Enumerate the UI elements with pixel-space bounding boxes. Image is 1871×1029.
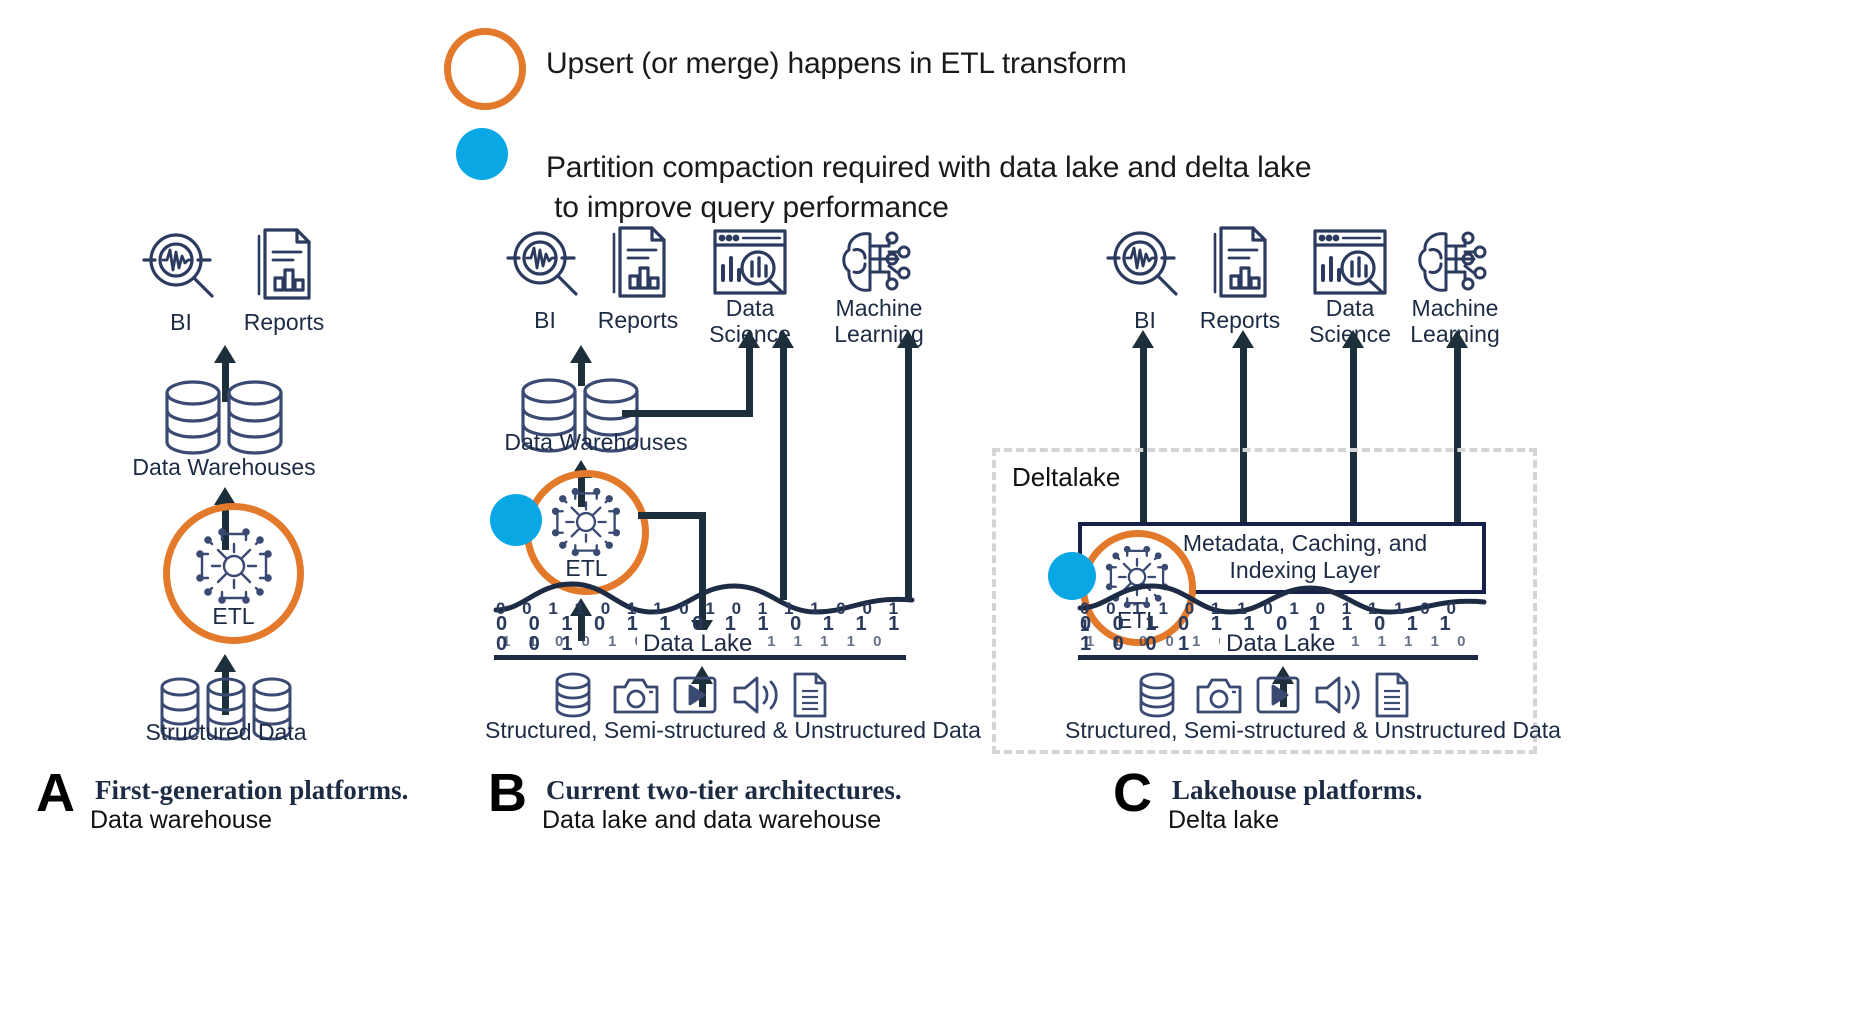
bi-magnifier-waveform-icon	[506, 228, 584, 300]
panel-b-caption-sub: Data lake and data warehouse	[542, 806, 882, 834]
panel-c-lake-baseline	[1078, 655, 1478, 660]
panel-a-caption-title: First-generation platforms.	[95, 775, 409, 805]
arrow-shaft-lake-to-data-science	[780, 345, 787, 600]
panel-b-caption-letter: B	[488, 763, 527, 823]
panel-b-lake-label: Data Lake	[637, 630, 759, 658]
video-play-icon	[673, 674, 717, 716]
document-icon	[792, 672, 828, 718]
etl-chip-circuit-icon	[551, 487, 621, 557]
reports-document-chart-icon	[253, 228, 315, 302]
machine-learning-brain-circuit-icon	[840, 228, 916, 298]
panel-a-warehouse-label: Data Warehouses	[132, 454, 316, 480]
etl-chip-circuit-icon	[196, 528, 272, 604]
reports-document-chart-icon	[608, 226, 670, 300]
database-cylinder-icon	[554, 672, 592, 718]
panel-b-caption-title: Current two-tier architectures.	[546, 775, 902, 805]
panel-c-caption-letter: C	[1113, 763, 1152, 823]
panel-c-lake-label: Data Lake	[1220, 630, 1342, 658]
data-science-window-chart-icon	[712, 228, 788, 296]
connector-warehouse-to-data-science	[622, 410, 750, 417]
panel-a-source-label: Structured Data	[145, 719, 307, 745]
panel-b-consumer-label-reports: Reports	[597, 307, 679, 333]
data-science-window-chart-icon	[1312, 228, 1388, 296]
video-play-icon	[1256, 674, 1300, 716]
camera-icon	[1196, 676, 1242, 716]
panel-a-etl-label: ETL	[212, 603, 255, 629]
arrow-head-lake-to-machine-learning	[897, 330, 919, 348]
panel-b-source-label: Structured, Semi-structured & Unstructur…	[485, 717, 981, 743]
panel-c-caption-title: Lakehouse platforms.	[1172, 775, 1423, 805]
panel-a-first-generation: BI Reports Data Warehouses ETL Structure…	[0, 0, 560, 1029]
audio-speaker-icon	[732, 674, 780, 716]
document-icon	[1374, 672, 1410, 718]
reports-document-chart-icon	[1209, 226, 1271, 300]
camera-icon	[613, 676, 659, 716]
panel-b-consumer-label-machine-learning: Machine Learning	[834, 295, 924, 347]
deltalake-label: Deltalake	[1012, 462, 1121, 492]
data-warehouse-cylinders-icon	[164, 380, 284, 458]
bi-magnifier-waveform-icon	[142, 230, 220, 302]
panel-b-blue-compaction-dot	[490, 494, 542, 546]
bi-magnifier-waveform-icon	[1106, 228, 1184, 300]
panel-b-lake-baseline	[494, 655, 906, 660]
arrow-shaft-lake-to-machine-learning	[905, 345, 912, 600]
database-cylinder-icon	[1138, 672, 1176, 718]
arrow-head-warehouse-to-data-science	[738, 330, 760, 348]
panel-a-caption-sub: Data warehouse	[90, 806, 273, 834]
panel-a-caption-letter: A	[36, 763, 75, 823]
panel-a-consumer-label-bi: BI	[170, 309, 192, 335]
connector-etl-to-lake	[638, 512, 706, 519]
panel-a-consumer-label-reports: Reports	[243, 309, 325, 335]
panel-c-source-label: Structured, Semi-structured & Unstructur…	[1065, 717, 1561, 743]
arrow-shaft-warehouse-to-data-science	[746, 345, 753, 417]
panel-b-warehouse-label: Data Warehouses	[504, 429, 688, 455]
panel-b-consumer-label-bi: BI	[534, 307, 556, 333]
arrow-head-lake-to-data-science	[772, 330, 794, 348]
audio-speaker-icon	[1314, 674, 1362, 716]
diagram-canvas: Upsert (or merge) happens in ETL transfo…	[0, 0, 1871, 1029]
panel-c-lakehouse: BI Reports Data Science Machine Learning…	[992, 0, 1871, 1029]
machine-learning-brain-circuit-icon	[1416, 228, 1492, 298]
panel-c-caption-sub: Delta lake	[1168, 806, 1280, 834]
